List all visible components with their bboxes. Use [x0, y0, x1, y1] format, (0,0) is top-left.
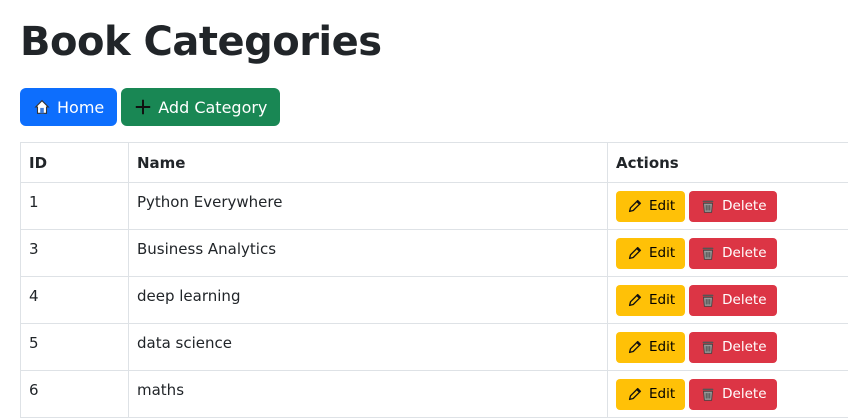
- table-row: 4 deep learning Edit Delete: [21, 277, 848, 324]
- page-title: Book Categories: [20, 18, 382, 66]
- row-id: 3: [29, 240, 39, 258]
- delete-button[interactable]: Delete: [689, 285, 776, 316]
- pencil-icon: [626, 244, 644, 262]
- trash-icon: [699, 291, 717, 309]
- cell-id: 4: [21, 277, 129, 324]
- delete-button-label: Delete: [722, 386, 766, 402]
- delete-button[interactable]: Delete: [689, 191, 776, 222]
- cell-id: 5: [21, 324, 129, 371]
- cell-name: data science: [129, 324, 608, 371]
- cell-name: Python Everywhere: [129, 183, 608, 230]
- table-row: 6 maths Edit Delete: [21, 371, 848, 418]
- edit-button[interactable]: Edit: [616, 332, 685, 363]
- delete-button-label: Delete: [722, 292, 766, 308]
- edit-button-label: Edit: [649, 386, 675, 402]
- plus-icon: [134, 98, 152, 116]
- edit-button-label: Edit: [649, 198, 675, 214]
- pencil-icon: [626, 197, 644, 215]
- table-row: 5 data science Edit Delete: [21, 324, 848, 371]
- edit-button-label: Edit: [649, 339, 675, 355]
- table-row: 3 Business Analytics Edit Delete: [21, 230, 848, 277]
- pencil-icon: [626, 385, 644, 403]
- header-id: ID: [21, 143, 129, 183]
- cell-actions: Edit Delete: [608, 183, 848, 230]
- categories-table: ID Name Actions 1 Python Everywhere Edit: [20, 142, 848, 418]
- delete-button[interactable]: Delete: [689, 238, 776, 269]
- row-actions: Edit Delete: [616, 285, 848, 316]
- row-actions: Edit Delete: [616, 332, 848, 363]
- row-name: Python Everywhere: [137, 193, 282, 211]
- cell-actions: Edit Delete: [608, 324, 848, 371]
- row-actions: Edit Delete: [616, 191, 848, 222]
- row-name: data science: [137, 334, 232, 352]
- row-id: 4: [29, 287, 39, 305]
- header-actions: Actions: [608, 143, 848, 183]
- row-name: Business Analytics: [137, 240, 276, 258]
- edit-button-label: Edit: [649, 292, 675, 308]
- edit-button[interactable]: Edit: [616, 379, 685, 410]
- edit-button-label: Edit: [649, 245, 675, 261]
- row-actions: Edit Delete: [616, 379, 848, 410]
- add-category-button[interactable]: Add Category: [121, 88, 280, 126]
- trash-icon: [699, 338, 717, 356]
- toolbar: Home Add Category: [20, 88, 280, 126]
- delete-button-label: Delete: [722, 245, 766, 261]
- row-id: 1: [29, 193, 39, 211]
- trash-icon: [699, 385, 717, 403]
- cell-name: Business Analytics: [129, 230, 608, 277]
- row-name: deep learning: [137, 287, 240, 305]
- cell-actions: Edit Delete: [608, 371, 848, 418]
- edit-button[interactable]: Edit: [616, 285, 685, 316]
- row-id: 5: [29, 334, 39, 352]
- home-button[interactable]: Home: [20, 88, 117, 126]
- row-id: 6: [29, 381, 39, 399]
- pencil-icon: [626, 338, 644, 356]
- row-actions: Edit Delete: [616, 238, 848, 269]
- cell-name: deep learning: [129, 277, 608, 324]
- categories-table-wrapper: ID Name Actions 1 Python Everywhere Edit: [20, 142, 848, 418]
- row-name: maths: [137, 381, 184, 399]
- cell-id: 3: [21, 230, 129, 277]
- home-button-label: Home: [57, 98, 104, 117]
- trash-icon: [699, 244, 717, 262]
- cell-actions: Edit Delete: [608, 277, 848, 324]
- header-name: Name: [129, 143, 608, 183]
- table-row: 1 Python Everywhere Edit Delete: [21, 183, 848, 230]
- edit-button[interactable]: Edit: [616, 238, 685, 269]
- trash-icon: [699, 197, 717, 215]
- delete-button-label: Delete: [722, 339, 766, 355]
- cell-actions: Edit Delete: [608, 230, 848, 277]
- table-header-row: ID Name Actions: [21, 143, 848, 183]
- cell-name: maths: [129, 371, 608, 418]
- delete-button-label: Delete: [722, 198, 766, 214]
- pencil-icon: [626, 291, 644, 309]
- delete-button[interactable]: Delete: [689, 379, 776, 410]
- cell-id: 6: [21, 371, 129, 418]
- cell-id: 1: [21, 183, 129, 230]
- delete-button[interactable]: Delete: [689, 332, 776, 363]
- edit-button[interactable]: Edit: [616, 191, 685, 222]
- add-category-button-label: Add Category: [158, 98, 267, 117]
- house-icon: [33, 98, 51, 116]
